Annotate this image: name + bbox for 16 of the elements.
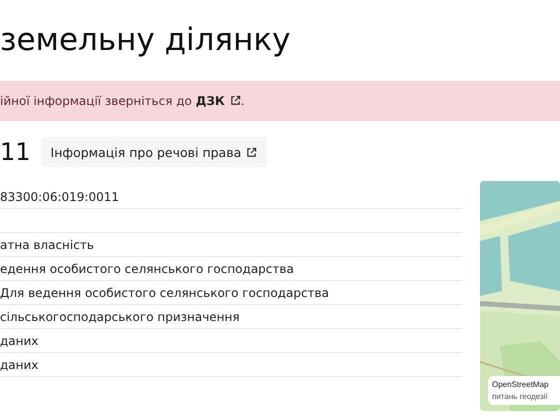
table-cell: едення особистого селянського господарства [0,262,294,276]
parcel-number: 11 [0,138,31,166]
page-title: земельну ділянку [0,21,292,58]
attribution-text: OpenStreetMap [492,380,550,389]
alert-text: ійної інформації зверніться до ДЗК . [0,94,245,108]
dzk-link[interactable]: ДЗК [196,94,241,108]
table-cell: сільськогосподарського призначення [0,310,240,324]
table-cell: Для ведення особистого селянського господарства [0,286,329,300]
table-cell: 83300:06:019:0011 [0,190,120,204]
external-link-icon [230,95,241,106]
table-cell: даних [0,358,38,372]
attribution-text: питань геодезії [492,392,549,401]
external-link-icon [246,146,258,158]
table-cell: атна власність [0,238,94,252]
rights-info-button[interactable]: Інформація про речові права [40,137,268,167]
table-cell: даних [0,334,38,348]
